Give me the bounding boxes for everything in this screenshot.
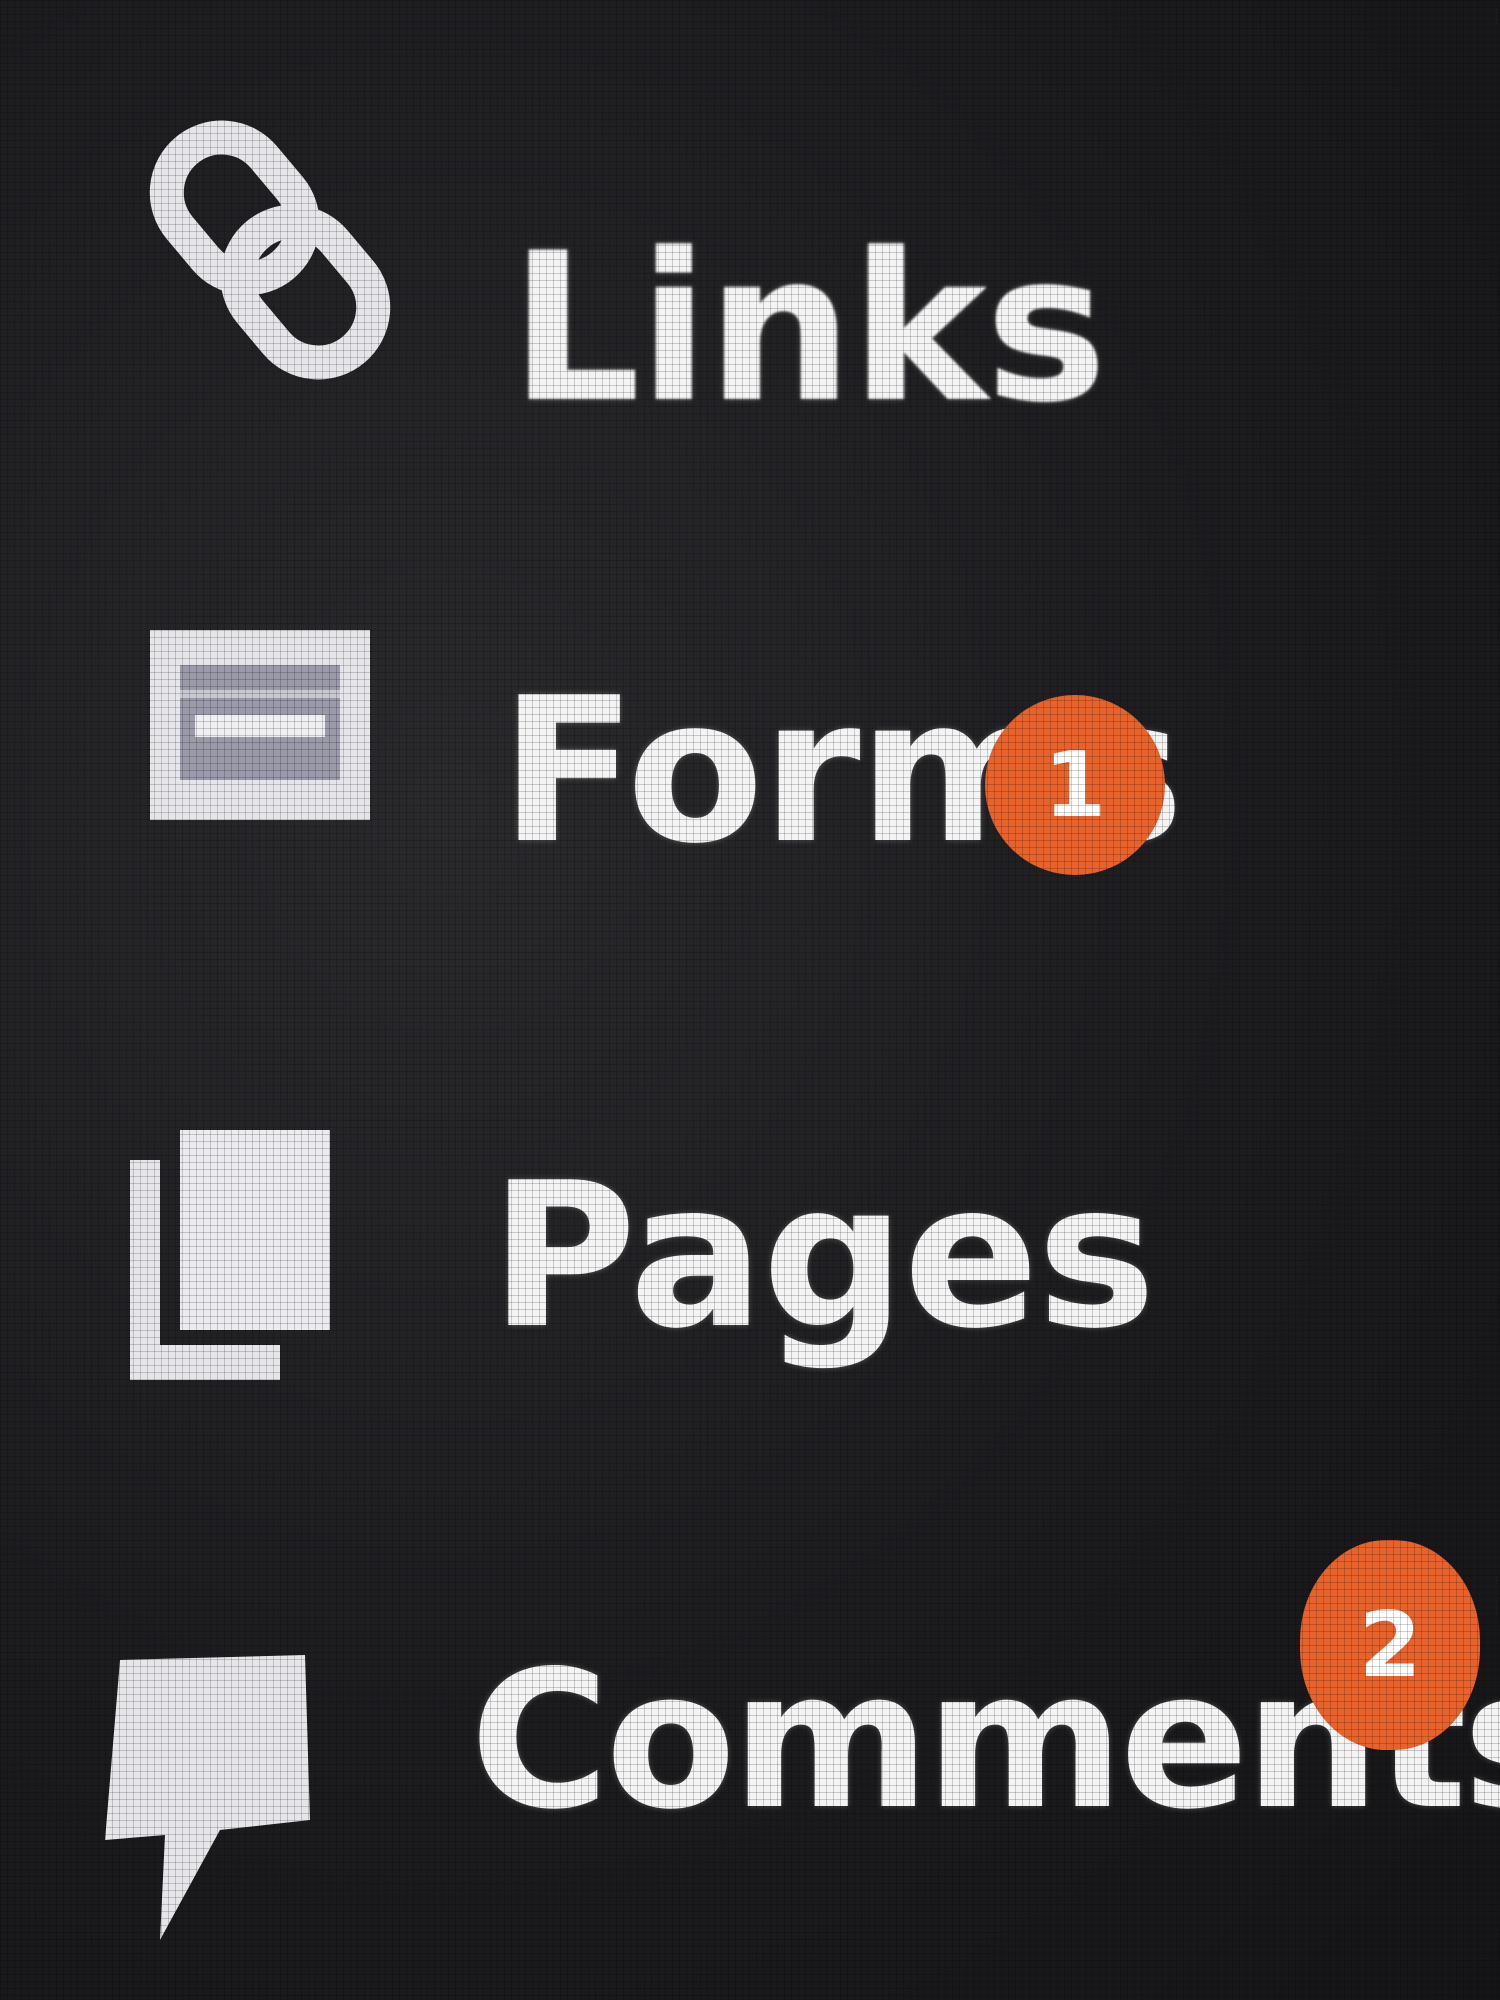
sidebar-item-comments[interactable]: Comments 2 bbox=[0, 1520, 1500, 2000]
comment-icon bbox=[90, 1640, 320, 1960]
sidebar-item-label: Links bbox=[510, 210, 1107, 448]
link-icon bbox=[130, 100, 410, 400]
form-icon bbox=[140, 600, 380, 840]
sidebar-item-pages[interactable]: Pages bbox=[0, 1080, 1156, 1460]
sidebar-item-forms[interactable]: Forms 1 bbox=[0, 560, 1300, 940]
sidebar-item-links[interactable]: Links bbox=[0, 60, 1107, 460]
notification-badge: 1 bbox=[985, 695, 1165, 875]
notification-badge: 2 bbox=[1300, 1540, 1480, 1750]
admin-sidebar-menu: Links Forms 1 Pages Comments 2 bbox=[0, 0, 1500, 2000]
pages-icon bbox=[120, 1120, 350, 1390]
sidebar-item-label: Pages bbox=[490, 1140, 1156, 1373]
